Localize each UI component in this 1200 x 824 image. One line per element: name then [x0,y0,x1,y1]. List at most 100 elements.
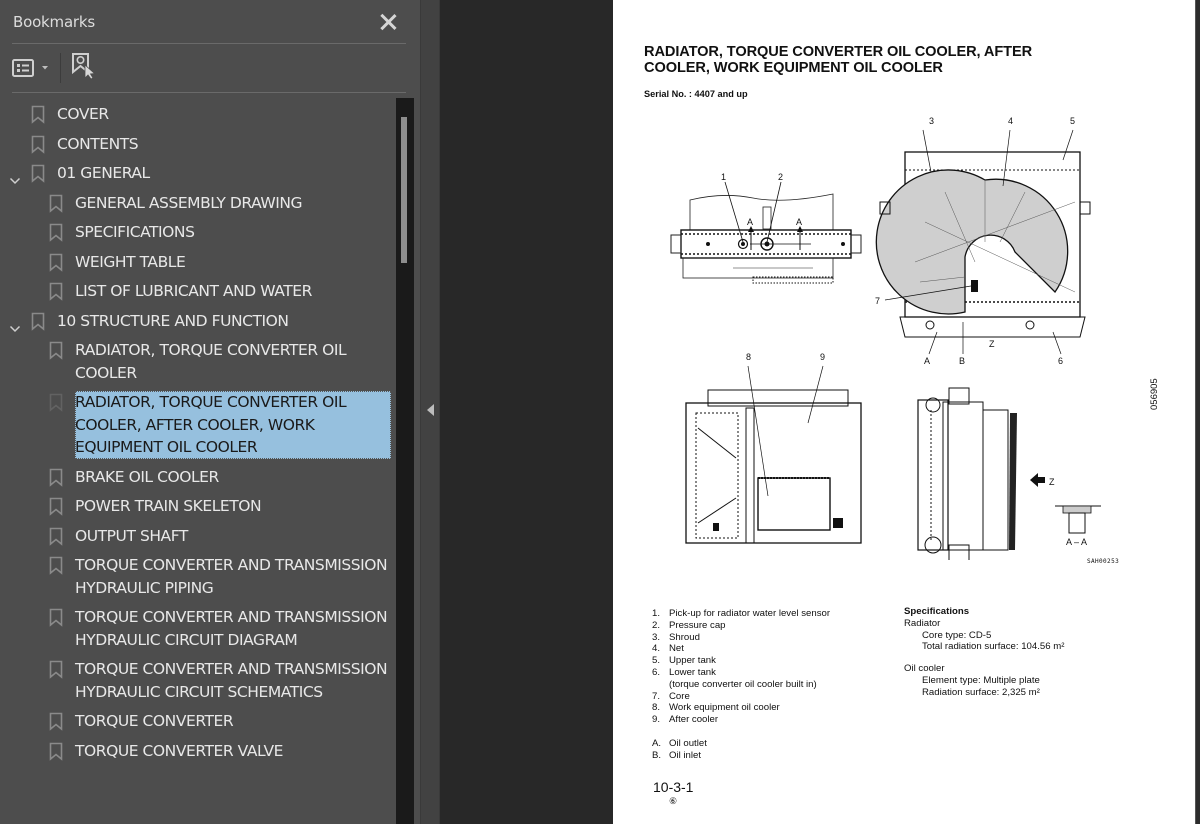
callout-5: 5 [1070,116,1075,126]
panel-splitter[interactable] [420,0,440,824]
callout-b: B [959,356,965,366]
find-current-bookmark-button[interactable] [71,52,97,85]
bookmark-icon [49,282,63,308]
bookmarks-panel: Bookmarks COVER CONTENTS 01 GENERAL GENE… [0,0,420,824]
bookmark-icon [31,164,45,190]
legend-text: Oil outlet [669,737,707,749]
pdf-viewer: Bookmarks COVER CONTENTS 01 GENERAL GENE… [0,0,1200,824]
bookmark-icon [49,497,63,523]
specs-heading: Specifications [904,606,970,617]
bookmark-item[interactable]: TORQUE CONVERTER AND TRANSMISSION HYDRAU… [0,658,396,703]
collapse-panel-icon[interactable] [427,404,434,416]
legend-item: A. Oil outlet [652,738,830,750]
legend-item: (torque converter oil cooler built in) [652,679,830,691]
specs-radiator-label: Radiator [904,617,941,629]
figure-top-view: A A 1 2 [670,172,862,284]
page-number: 10-3-1 [653,779,694,795]
callout-z-view: Z [1049,477,1055,487]
bookmark-label: LIST OF LUBRICANT AND WATER [75,282,312,300]
bookmark-item[interactable]: TORQUE CONVERTER VALVE [0,740,396,763]
list-options-icon [12,59,34,77]
bookmark-icon [49,742,63,768]
document-scrollbar[interactable] [1195,0,1200,824]
bookmark-item[interactable]: GENERAL ASSEMBLY DRAWING [0,192,396,215]
legend-text: After cooler [669,714,719,726]
legend-text: Core [669,690,690,702]
bookmark-item[interactable]: TORQUE CONVERTER AND TRANSMISSION HYDRAU… [0,554,396,599]
legend-item: 1. Pick-up for radiator water level senso… [652,608,830,620]
bookmark-item[interactable]: BRAKE OIL COOLER [0,466,396,489]
callout-2: 2 [778,172,783,182]
close-icon[interactable] [379,13,397,31]
chevron-down-icon[interactable] [9,318,21,332]
divider [12,43,406,44]
find-current-bookmark-icon [72,52,96,80]
section-mark-a: A [747,217,753,227]
bookmark-icon [31,105,45,131]
bookmark-label: RADIATOR, TORQUE CONVERTER OIL COOLER [75,341,347,382]
figure-reference: SAH00253 [1087,558,1120,565]
bookmark-label: 01 GENERAL [57,164,150,182]
bookmark-item[interactable]: RADIATOR, TORQUE CONVERTER OIL COOLER [0,339,396,384]
bookmark-item[interactable]: TORQUE CONVERTER [0,710,396,733]
bookmark-label: SPECIFICATIONS [75,223,195,241]
legend-number: 2. [652,619,661,631]
bookmark-item[interactable]: 01 GENERAL [0,162,396,185]
bookmark-item[interactable]: POWER TRAIN SKELETON [0,495,396,518]
specs-oil-surface: Radiation surface: 2,325 m² [922,686,1040,698]
specs-radiator-surface: Total radiation surface: 104.56 m² [922,641,1065,653]
callout-4: 4 [1008,116,1013,126]
bookmark-icon [31,312,45,338]
bookmark-icon [49,468,63,494]
bookmark-label: WEIGHT TABLE [75,252,186,271]
legend-text: Net [669,643,684,655]
bookmark-item[interactable]: COVER [0,103,396,126]
callout-z: Z [989,339,995,349]
specs-radiator-core: Core type: CD-5 [922,629,992,641]
bookmark-label: CONTENTS [57,134,139,153]
legend-text: Upper tank [669,655,716,667]
legend-number: 9. [652,714,661,726]
bookmark-item[interactable]: WEIGHT TABLE [0,251,396,274]
bookmark-item[interactable]: LIST OF LUBRICANT AND WATER [0,280,396,303]
legend-text: Shroud [669,631,700,643]
legend-item: 5. Upper tank [652,655,830,667]
serial-number: Serial No. : 4407 and up [644,89,748,99]
bookmark-icon [49,660,63,686]
bookmark-label: BRAKE OIL COOLER [75,467,219,486]
bookmark-icon [49,393,63,419]
bookmarks-scrollbar[interactable] [396,98,414,824]
parts-legend: 1. Pick-up for radiator water level senso… [652,608,830,762]
section-mark-a: A [796,217,802,227]
callout-9: 9 [820,352,825,362]
legend-text: Pressure cap [669,619,726,631]
bookmark-item[interactable]: 10 STRUCTURE AND FUNCTION [0,310,396,333]
options-menu-button[interactable] [12,59,49,77]
scrollbar-thumb[interactable] [401,117,407,263]
chevron-down-icon[interactable] [9,170,21,185]
chevron-down-icon [42,66,48,70]
legend-number: B. [652,749,662,761]
legend-number: 1. [652,608,661,619]
bookmark-item[interactable]: RADIATOR, TORQUE CONVERTER OIL COOLER, A… [0,391,396,459]
legend-item: 6. Lower tank [652,667,830,679]
bookmark-label: COVER [57,105,109,123]
bookmark-item[interactable]: SPECIFICATIONS [0,221,396,244]
bookmark-icon [31,135,45,161]
bookmark-label: TORQUE CONVERTER VALVE [75,741,283,760]
bookmarks-title: Bookmarks [13,13,96,31]
bookmark-label: TORQUE CONVERTER AND TRANSMISSION HYDRAU… [75,660,388,701]
specs-oil-cooler-label: Oil cooler [904,663,945,675]
bookmark-label: TORQUE CONVERTER [75,712,234,730]
legend-number: 6. [652,666,661,678]
bookmark-item[interactable]: OUTPUT SHAFT [0,525,396,548]
specifications: Specifications Radiator Core type: CD-5 … [904,606,1064,699]
bookmark-icon [49,608,63,634]
bookmark-icon [49,712,63,738]
legend-number: 3. [652,631,661,643]
toolbar-separator [60,53,61,83]
legend-item: B. Oil inlet [652,750,830,762]
bookmark-item[interactable]: TORQUE CONVERTER AND TRANSMISSION HYDRAU… [0,606,396,651]
callout-7: 7 [875,296,880,306]
bookmark-item[interactable]: CONTENTS [0,133,396,156]
